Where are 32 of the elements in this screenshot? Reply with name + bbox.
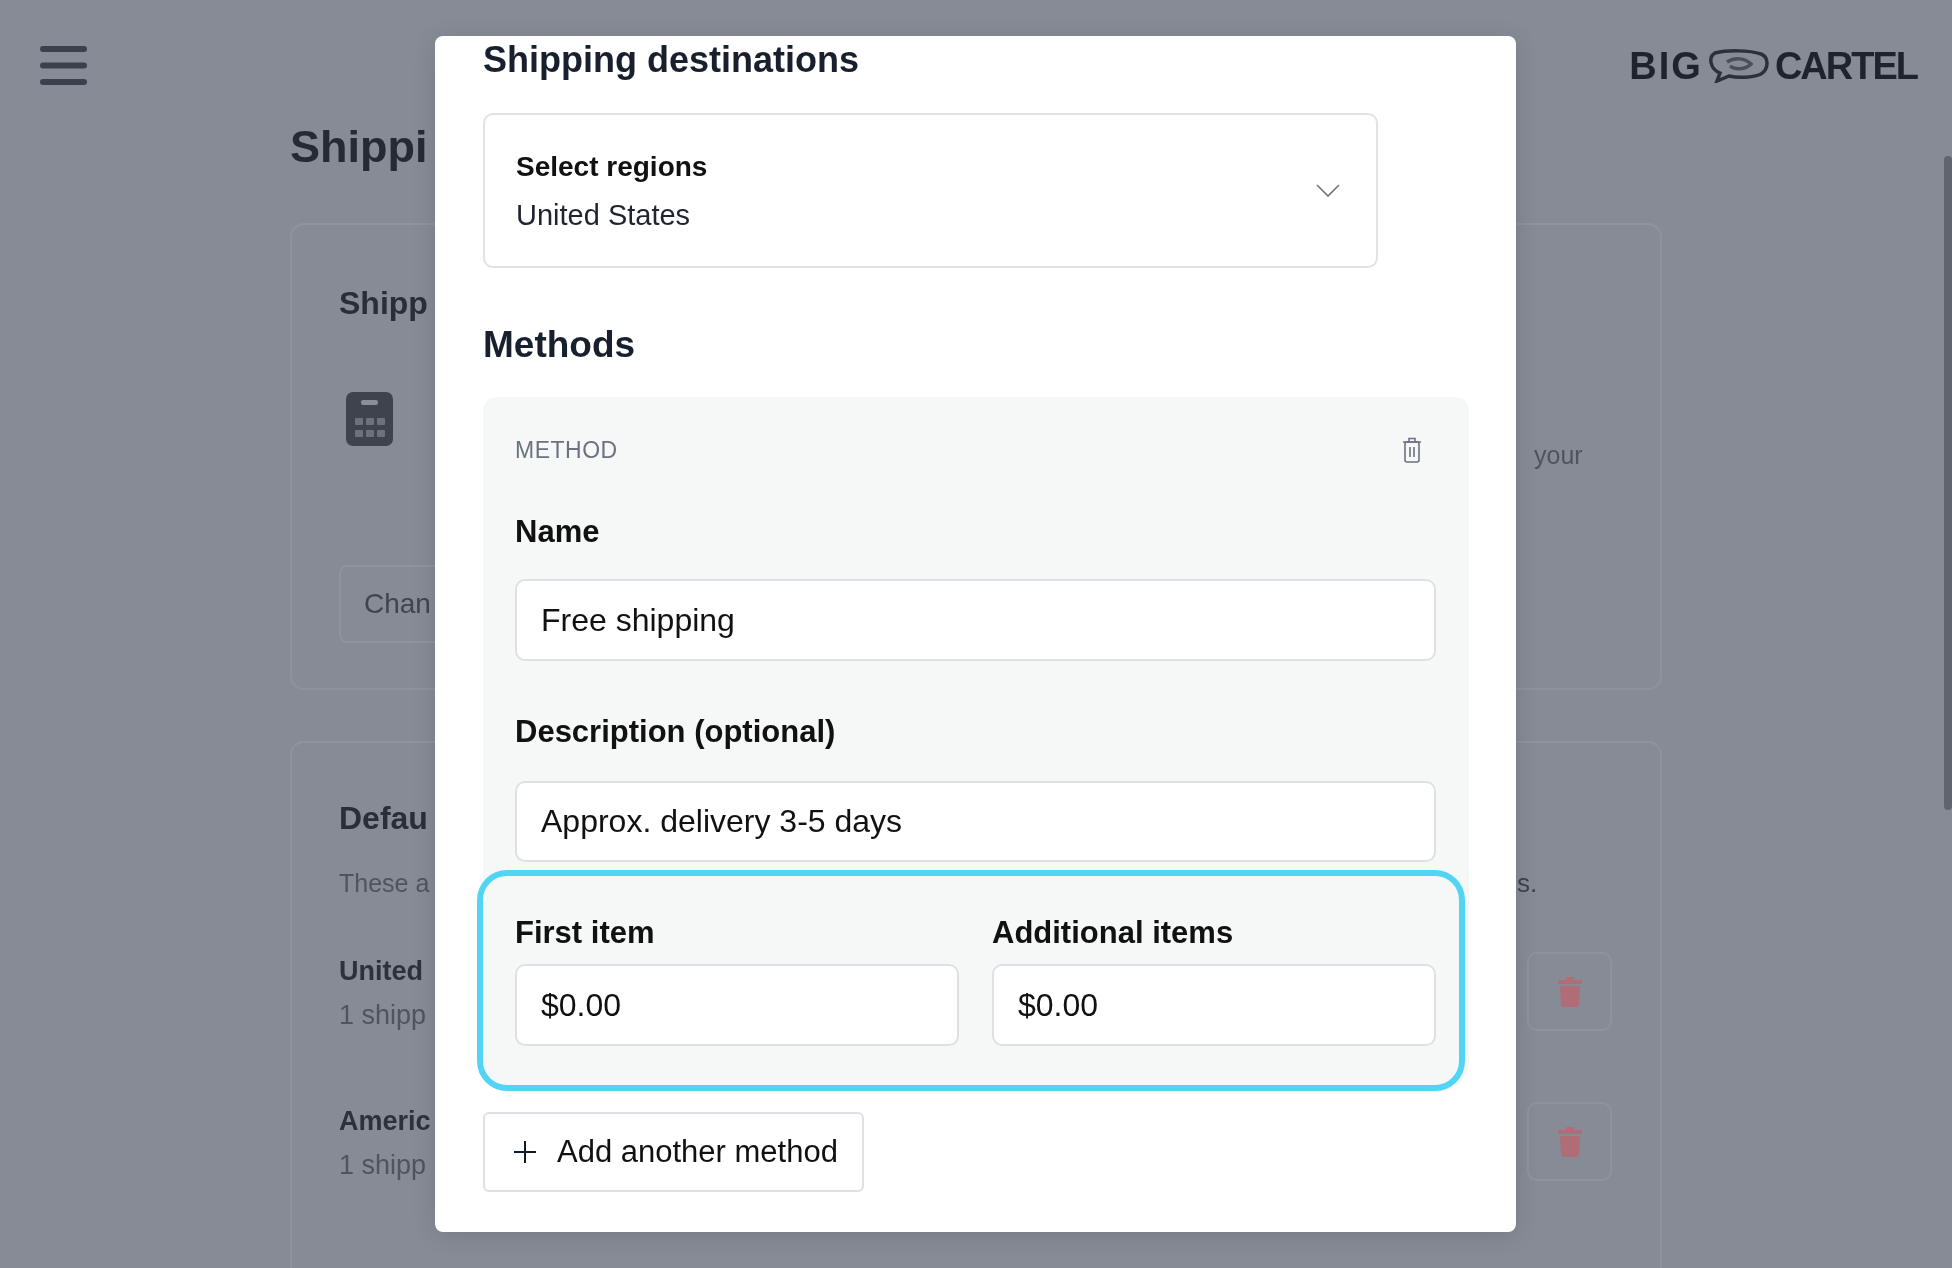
price-field[interactable]: $0.00 [515,964,959,1046]
row-title: United [339,954,423,988]
section-title: Defau [339,799,428,837]
delete-button[interactable] [1527,1102,1612,1181]
region-dropdown[interactable]: Select regions United States [483,113,1378,268]
section-heading: Shipping destinations [483,41,859,79]
trash-icon [1557,976,1582,1007]
row-title: Americ [339,1104,431,1138]
field-label: Additional items [992,916,1234,950]
logo-text: CARTEL [1774,45,1917,86]
page-title: Shippi [290,121,428,173]
trash-icon [1557,1126,1582,1157]
scrollbar[interactable] [1944,156,1952,810]
method-tag: METHOD [515,437,618,463]
logo-text: BIG [1629,45,1703,86]
logo-icon [1706,48,1771,83]
plus-icon [514,1141,536,1163]
price-field[interactable]: $0.00 [992,964,1436,1046]
field-label: Description (optional) [515,715,836,749]
menu-icon[interactable] [40,46,87,85]
text-field[interactable]: Free shipping [515,579,1436,661]
field-label: First item [515,916,655,950]
add-method-button[interactable]: Add another method [483,1112,864,1192]
card-text: s. [1517,868,1538,898]
chevron-down-icon [1316,184,1340,197]
trash-icon[interactable] [1402,437,1422,463]
calculator-icon [346,392,393,446]
delete-button[interactable] [1527,952,1612,1031]
section-heading: Methods [483,324,636,366]
section-title: Shipp [339,284,428,322]
text-field[interactable]: Approx. delivery 3-5 days [515,781,1436,862]
field-label: Name [515,515,600,549]
